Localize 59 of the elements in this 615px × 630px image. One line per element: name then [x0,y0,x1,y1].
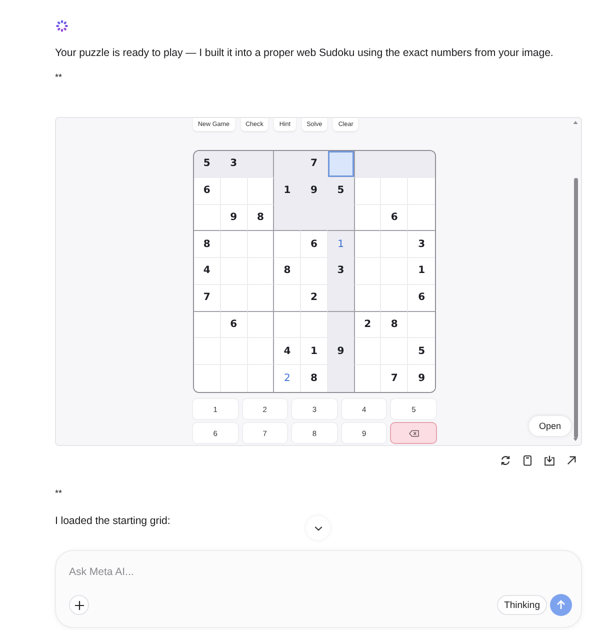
sudoku-cell[interactable]: 2 [354,312,382,338]
sudoku-cell[interactable]: 8 [381,312,408,338]
sudoku-cell[interactable]: 1 [301,338,328,366]
sudoku-cell[interactable] [248,151,274,178]
sudoku-cell[interactable]: 8 [248,204,274,232]
erase-key[interactable] [391,423,436,443]
message-text: I loaded the starting grid: [55,514,170,529]
arrow-up-icon [556,600,566,610]
sudoku-cell[interactable]: 8 [194,231,221,258]
asterisks-text: ** [55,487,62,500]
sudoku-cell[interactable]: 1 [328,231,355,258]
sudoku-cell[interactable]: 1 [274,178,302,205]
sudoku-cell[interactable] [248,365,274,392]
sudoku-cell[interactable]: 9 [220,204,248,232]
message-text: Your puzzle is ready to play — I built it into a proper web Sudoku using the exact numbers from your image. [55,46,554,61]
sudoku-cell[interactable] [248,231,274,258]
plus-icon [74,600,84,610]
sudoku-cell[interactable]: 7 [301,151,328,178]
sudoku-cell[interactable]: 9 [328,338,355,366]
sudoku-cell[interactable]: 6 [194,178,221,205]
sudoku-cell[interactable] [328,365,355,392]
add-button[interactable] [69,595,89,615]
sudoku-cell[interactable]: 2 [301,284,328,312]
sudoku-cell[interactable] [328,151,355,178]
sudoku-cell[interactable]: 9 [301,178,328,205]
sudoku-cell[interactable]: 7 [194,284,221,312]
spinner-icon [56,20,68,32]
thinking-button[interactable]: Thinking [497,595,547,615]
refresh-icon[interactable] [500,455,511,466]
chevron-down-icon [314,526,322,530]
sudoku-cell[interactable]: 5 [328,178,355,205]
scrollbar-thumb[interactable] [574,178,578,438]
clipboard-icon[interactable] [522,455,533,466]
backspace-icon [408,430,419,436]
sudoku-cell[interactable] [248,258,274,285]
send-button[interactable] [550,594,572,616]
sudoku-cell[interactable]: 4 [194,258,221,285]
scroll-down-button[interactable] [306,516,330,540]
sudoku-cell[interactable]: 6 [220,312,248,338]
download-icon[interactable] [544,455,555,466]
sudoku-cell[interactable] [248,312,274,338]
message-input[interactable]: Ask Meta AI... [69,564,369,580]
sudoku-cell[interactable]: 5 [194,151,221,178]
sudoku-cell[interactable]: 4 [274,338,302,366]
sudoku-cell[interactable]: 6 [381,204,408,232]
asterisks-text: ** [55,71,62,84]
sudoku-cell[interactable] [248,284,274,312]
sudoku-cell[interactable] [328,284,355,312]
sudoku-cell[interactable]: 6 [301,231,328,258]
sudoku-cell[interactable] [248,338,274,366]
sudoku-cell[interactable] [408,204,435,232]
sudoku-cell[interactable]: 8 [274,258,302,285]
sudoku-cell[interactable] [248,178,274,205]
sudoku-cell[interactable] [328,312,355,338]
sudoku-cell[interactable]: 3 [220,151,248,178]
open-button[interactable]: Open [529,416,571,436]
sudoku-cell[interactable]: 3 [328,258,355,285]
scroll-up-icon[interactable] [573,121,578,124]
arrow-up-right-icon[interactable] [566,455,577,466]
